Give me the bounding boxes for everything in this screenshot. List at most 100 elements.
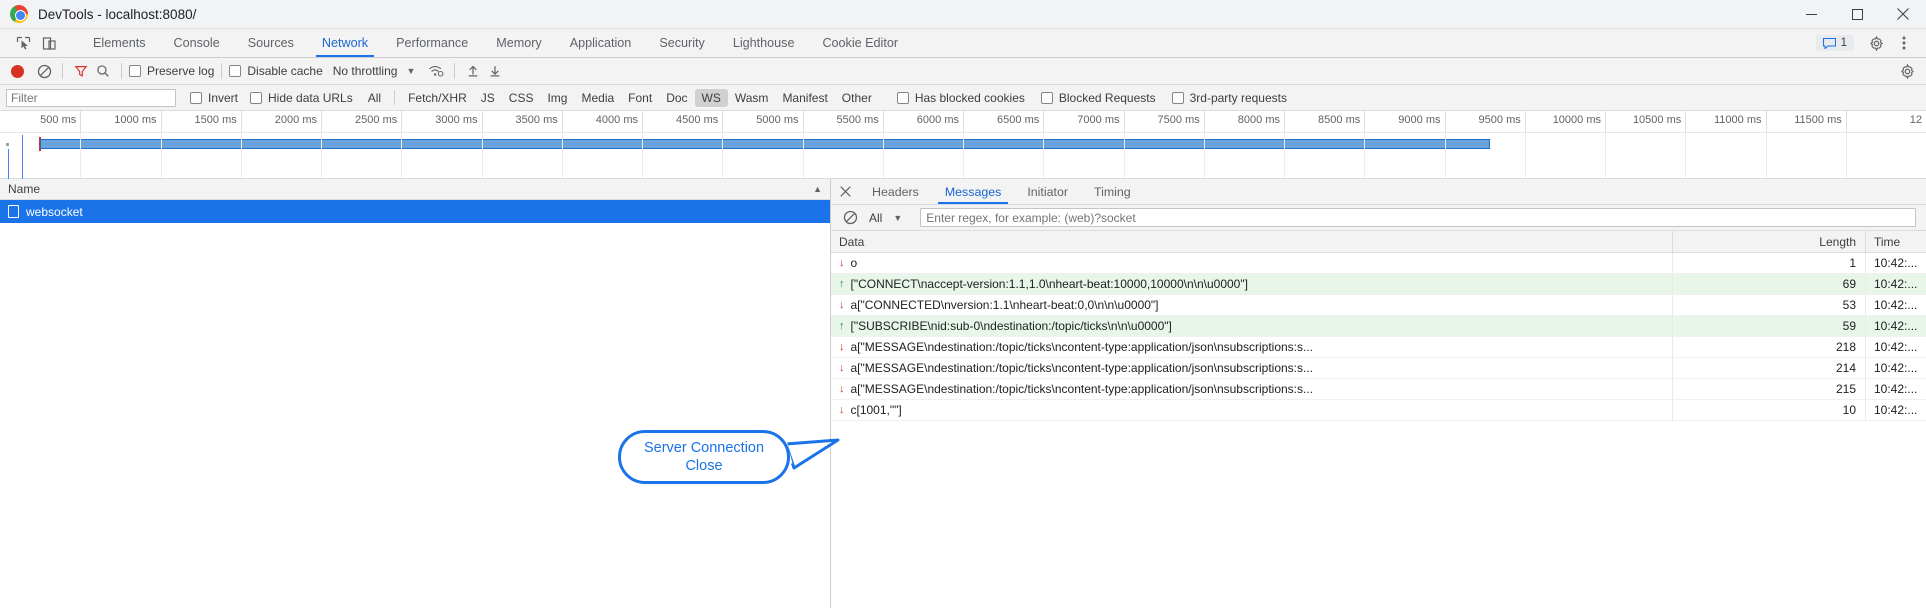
console-message-badge[interactable]: 1 [1815,35,1854,51]
message-text: ["CONNECT\naccept-version:1.1,1.0\nheart… [850,277,1248,291]
request-row-websocket[interactable]: websocket [0,200,830,223]
console-message-count: 1 [1840,37,1847,49]
device-toolbar-icon[interactable] [36,31,62,55]
timeline-tick: 1000 ms [114,111,162,132]
timeline-tick: 6500 ms [997,111,1045,132]
type-filter-other[interactable]: Other [835,89,879,107]
close-icon[interactable] [831,179,859,204]
regex-filter-input[interactable] [920,208,1916,227]
tab-console[interactable]: Console [160,29,234,57]
column-header-name[interactable]: Name [8,182,40,196]
messages-filter-bar: All ▼ [831,205,1926,231]
disable-cache-checkbox[interactable]: Disable cache [229,64,323,78]
network-toolbar: Preserve log Disable cache No throttling… [0,58,1926,85]
type-filter-wasm[interactable]: Wasm [728,89,776,107]
tab-performance[interactable]: Performance [382,29,482,57]
message-row[interactable]: ↓ o 1 10:42:... [831,253,1926,274]
tab-elements[interactable]: Elements [79,29,160,57]
tab-network[interactable]: Network [308,29,382,57]
message-row[interactable]: ↓ a["MESSAGE\ndestination:/topic/ticks\nc… [831,358,1926,379]
incoming-arrow-icon: ↓ [839,340,845,353]
overview-gridline [1765,133,1767,178]
message-row[interactable]: ↑ ["SUBSCRIBE\nid:sub-0\ndestination:/top… [831,316,1926,337]
type-filter-font[interactable]: Font [621,89,659,107]
clear-messages-icon[interactable] [839,207,861,229]
detail-tab-initiator[interactable]: Initiator [1014,179,1081,204]
message-text: a["MESSAGE\ndestination:/topic/ticks\nco… [850,361,1314,375]
type-filter-manifest[interactable]: Manifest [775,89,834,107]
toolbar-divider [62,63,63,79]
type-filter-js[interactable]: JS [474,89,502,107]
overview-gridline [1605,133,1606,178]
gear-icon[interactable] [1862,31,1890,55]
message-row[interactable]: ↓ a["MESSAGE\ndestination:/topic/ticks\nc… [831,337,1926,358]
detail-tab-messages[interactable]: Messages [932,179,1014,204]
timeline-tick-label: 5000 ms [756,114,799,126]
detail-tab-headers[interactable]: Headers [859,179,932,204]
message-length-cell: 215 [1673,379,1866,399]
message-row[interactable]: ↓ a["CONNECTED\nversion:1.1\nheart-beat:0… [831,295,1926,316]
detail-tab-timing[interactable]: Timing [1081,179,1144,204]
chevron-down-icon[interactable]: ▼ [406,66,415,76]
network-overview[interactable]: 500 ms 1000 ms 1500 ms 2000 ms 2500 ms 3000 m… [0,111,1926,181]
message-text: a["MESSAGE\ndestination:/topic/ticks\nco… [850,382,1314,396]
tab-sources[interactable]: Sources [234,29,308,57]
throttling-select[interactable]: No throttling [333,64,398,78]
message-length-cell: 69 [1673,274,1866,294]
tab-security[interactable]: Security [645,29,719,57]
record-button[interactable] [11,64,24,78]
message-time-cell: 10:42:... [1874,319,1918,333]
tab-application[interactable]: Application [556,29,646,57]
invert-checkbox[interactable]: Invert [190,91,238,105]
message-type-select[interactable]: All [869,211,882,225]
tab-cookie-editor[interactable]: Cookie Editor [808,29,912,57]
type-filter-media[interactable]: Media [574,89,621,107]
blocked-requests-checkbox[interactable]: Blocked Requests [1040,91,1156,105]
type-filter-all[interactable]: All [361,89,388,107]
checkbox-box [250,91,263,104]
type-filter-fetch-xhr[interactable]: Fetch/XHR [401,89,474,107]
filter-funnel-icon[interactable] [70,60,92,82]
type-filter-css[interactable]: CSS [502,89,541,107]
column-header-time[interactable]: Time [1866,231,1926,252]
tab-memory[interactable]: Memory [482,29,555,57]
timeline-tick-label: 9500 ms [1478,114,1521,126]
minimize-button[interactable] [1788,0,1834,28]
third-party-requests-checkbox[interactable]: 3rd-party requests [1171,91,1287,105]
column-header-data[interactable]: Data [831,231,1673,252]
message-row[interactable]: ↑ ["CONNECT\naccept-version:1.1,1.0\nhear… [831,274,1926,295]
speech-bubble-icon [1822,37,1836,49]
kebab-menu-icon[interactable] [1890,31,1918,55]
hide-data-urls-checkbox[interactable]: Hide data URLs [250,91,353,105]
filter-input[interactable] [6,88,176,107]
search-icon[interactable] [92,60,114,82]
maximize-button[interactable] [1834,0,1880,28]
tab-lighthouse[interactable]: Lighthouse [719,29,809,57]
has-blocked-cookies-checkbox[interactable]: Has blocked cookies [896,91,1025,105]
detail-tab-strip: Headers Messages Initiator Timing [831,179,1926,205]
network-conditions-icon[interactable] [425,60,447,82]
message-time-cell: 10:42:... [1874,277,1918,291]
column-header-length[interactable]: Length [1673,231,1866,252]
type-filter-doc[interactable]: Doc [659,89,694,107]
window-title-bar: DevTools - localhost:8080/ [0,0,1926,29]
export-har-icon[interactable] [484,60,506,82]
timeline-tick-label: 7500 ms [1157,114,1200,126]
timeline-overview-body[interactable] [0,133,1926,181]
message-row[interactable]: ↓ c[1001,""] 10 10:42:... [831,400,1926,421]
message-row[interactable]: ↓ a["MESSAGE\ndestination:/topic/ticks\nc… [831,379,1926,400]
import-har-icon[interactable] [462,60,484,82]
sort-ascending-icon[interactable]: ▲ [813,184,822,194]
message-text: c[1001,""] [850,403,902,417]
close-button[interactable] [1880,0,1926,28]
inspect-element-icon[interactable] [10,31,36,55]
chevron-down-icon[interactable]: ▼ [893,213,902,223]
clear-button[interactable] [33,60,55,82]
network-settings-gear-icon[interactable] [1896,60,1918,82]
timeline-tick-label: 1500 ms [194,114,237,126]
preserve-log-checkbox[interactable]: Preserve log [129,64,214,78]
type-filter-ws[interactable]: WS [694,88,728,107]
timeline-tick: 9000 ms [1398,111,1446,132]
type-filter-img[interactable]: Img [540,89,574,107]
timeline-tick: 5500 ms [837,111,884,132]
